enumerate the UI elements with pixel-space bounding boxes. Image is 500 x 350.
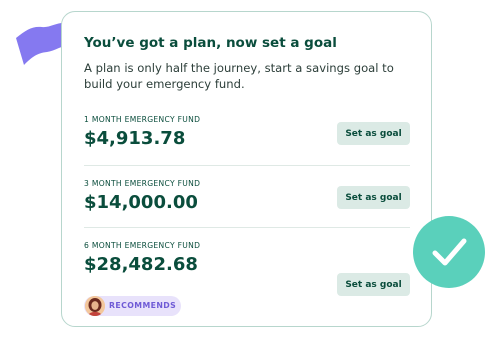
badge-label: RECOMMENDS — [109, 301, 177, 310]
fund-option-3-month: 3 MONTH EMERGENCY FUND $14,000.00 Set as… — [84, 179, 410, 229]
fund-option-1-month: 1 MONTH EMERGENCY FUND $4,913.78 Set as … — [84, 115, 410, 165]
fund-label: 1 MONTH EMERGENCY FUND — [84, 115, 201, 124]
divider — [84, 227, 410, 228]
recommends-badge: RECOMMENDS — [84, 296, 181, 316]
fund-label: 6 MONTH EMERGENCY FUND — [84, 241, 201, 250]
set-as-goal-button[interactable]: Set as goal — [337, 273, 410, 296]
divider — [84, 165, 410, 166]
set-as-goal-button[interactable]: Set as goal — [337, 122, 410, 145]
advisor-avatar — [85, 296, 105, 316]
fund-amount: $28,482.68 — [84, 254, 198, 275]
savings-goal-card: You’ve got a plan, now set a goal A plan… — [61, 11, 432, 327]
fund-amount: $4,913.78 — [84, 128, 186, 149]
set-as-goal-button[interactable]: Set as goal — [337, 186, 410, 209]
checkmark-icon — [413, 216, 485, 288]
fund-amount: $14,000.00 — [84, 192, 198, 213]
card-title: You’ve got a plan, now set a goal — [84, 35, 337, 51]
card-subtitle: A plan is only half the journey, start a… — [84, 61, 394, 91]
fund-option-6-month: 6 MONTH EMERGENCY FUND $28,482.68 Set as… — [84, 241, 410, 316]
fund-label: 3 MONTH EMERGENCY FUND — [84, 179, 201, 188]
